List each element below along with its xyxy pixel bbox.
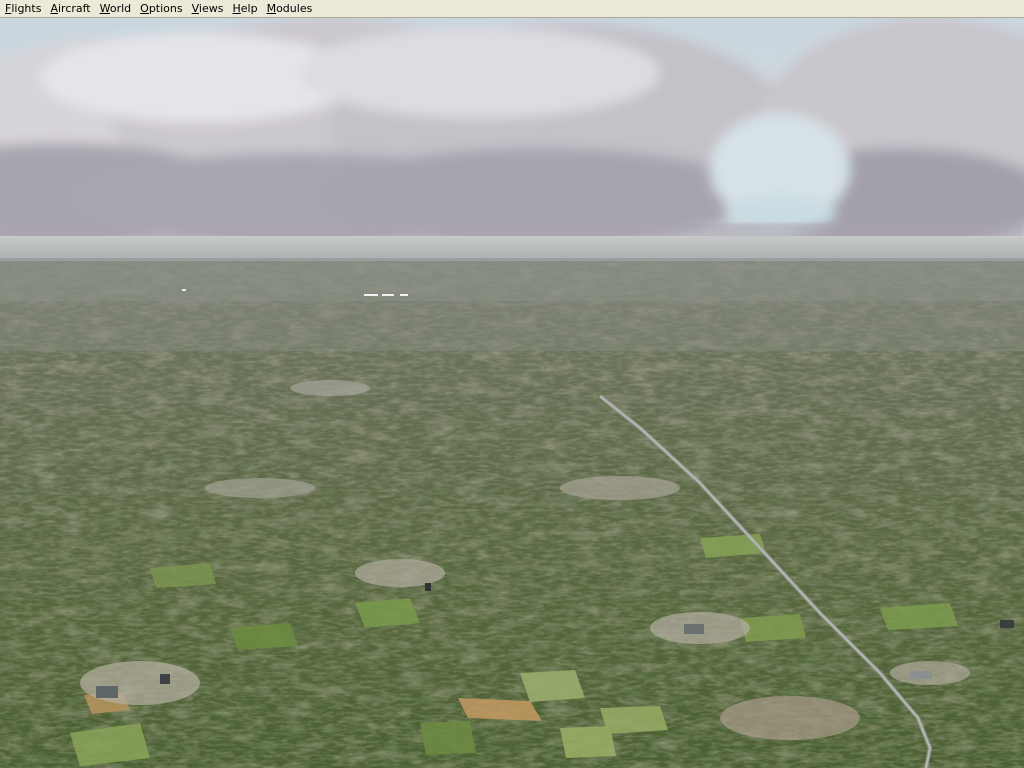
menu-world[interactable]: World — [97, 0, 138, 18]
menu-aircraft[interactable]: Aircraft — [47, 0, 96, 18]
menu-options[interactable]: Options — [137, 0, 188, 18]
flight-simulator-window: Flights Aircraft World Options Views Hel… — [0, 0, 1024, 768]
3d-scenery-view[interactable] — [0, 18, 1024, 768]
menu-views[interactable]: Views — [189, 0, 230, 18]
menu-help[interactable]: Help — [229, 0, 263, 18]
menu-modules[interactable]: Modules — [264, 0, 319, 18]
menu-bar: Flights Aircraft World Options Views Hel… — [0, 0, 1024, 18]
menu-flights[interactable]: Flights — [2, 0, 47, 18]
scenery-canvas — [0, 18, 1024, 768]
cloud-layer — [0, 18, 1024, 248]
